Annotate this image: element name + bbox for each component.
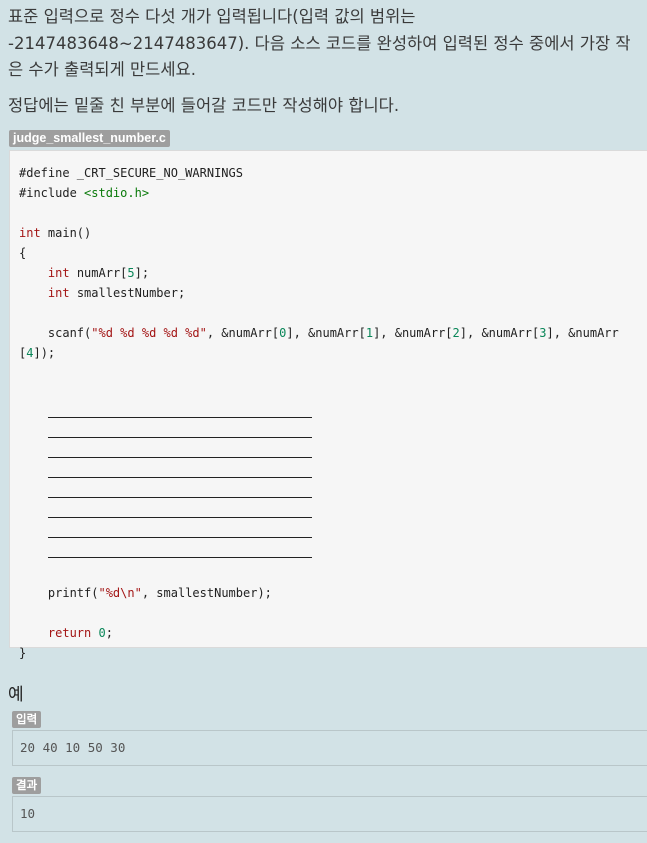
answer-blank-8 <box>47 543 312 558</box>
numarr-name: numArr[ <box>69 266 128 280</box>
code-line-scanf: scanf("%d %d %d %d %d", &numArr[0], &num… <box>48 326 619 340</box>
answer-blank-5 <box>47 483 312 498</box>
code-block[interactable]: #define _CRT_SECURE_NO_WARNINGS #include… <box>9 150 647 660</box>
code-line-printf: printf("%d\n", smallestNumber); <box>48 586 272 600</box>
code-line-return: return 0; <box>48 626 113 640</box>
description-line-2: -2147483648~2147483647). 다음 소스 코드를 완성하여 … <box>8 33 631 53</box>
keyword-int: int <box>47 286 70 300</box>
instruction-note: 정답에는 밑줄 친 부분에 들어갈 코드만 작성해야 합니다. <box>8 96 400 115</box>
source-code: #define _CRT_SECURE_NO_WARNINGS #include… <box>19 163 619 663</box>
return-semicolon: ; <box>105 626 113 640</box>
printf-call: printf( <box>47 586 99 600</box>
answer-blank-4 <box>47 463 312 478</box>
scanf-call: scanf( <box>47 326 92 340</box>
scanf-format-string: "%d %d %d %d %d" <box>91 326 207 340</box>
description-line-3: 은 수가 출력되게 만드세요. <box>8 60 196 79</box>
example-input-box[interactable]: 20 40 10 50 30 <box>12 730 647 766</box>
answer-blank-3 <box>47 443 312 458</box>
code-line-close-brace: } <box>19 646 27 660</box>
answer-blank-7 <box>47 523 312 538</box>
include-header: <stdio.h> <box>84 186 150 200</box>
code-line-scanf-wrap: [4]); <box>19 346 55 360</box>
include-directive: #include <box>19 186 85 200</box>
printf-arg: , smallestNumber); <box>141 586 272 600</box>
problem-description: 표준 입력으로 정수 다섯 개가 입력됩니다(입력 값의 범위는 -214748… <box>8 4 644 84</box>
example-input-value: 20 40 10 50 30 <box>20 740 126 755</box>
numarr-size: 5 <box>127 266 135 280</box>
keyword-return: return <box>47 626 92 640</box>
answer-blank-6 <box>47 503 312 518</box>
answer-blank-1 <box>47 403 312 418</box>
index-3: 3 <box>539 326 547 340</box>
code-line-open-brace: { <box>19 246 27 260</box>
example-heading: 예 <box>8 685 24 705</box>
scanf-arg: , &numArr[ <box>206 326 280 340</box>
scanf-arg: ], &numArr[ <box>286 326 366 340</box>
numarr-close: ]; <box>134 266 150 280</box>
code-line-main: int main() <box>19 226 91 240</box>
code-line-define: #define _CRT_SECURE_NO_WARNINGS <box>19 166 243 180</box>
example-output-value: 10 <box>20 806 36 821</box>
scanf-arg: ], &numArr[ <box>373 326 453 340</box>
output-label-tag: 결과 <box>12 777 42 794</box>
scanf-close: ]); <box>33 346 56 360</box>
smallest-name: smallestNumber; <box>69 286 186 300</box>
code-line-include: #include <stdio.h> <box>19 186 149 200</box>
scanf-arg: ], &numArr[ <box>459 326 540 340</box>
input-label-tag: 입력 <box>12 711 42 728</box>
code-line-smallest-decl: int smallestNumber; <box>48 286 185 300</box>
index-2: 2 <box>452 326 460 340</box>
answer-blank-2 <box>47 423 312 438</box>
code-filename-tag: judge_smallest_number.c <box>9 130 170 147</box>
index-1: 1 <box>365 326 374 340</box>
description-line-1: 표준 입력으로 정수 다섯 개가 입력됩니다(입력 값의 범위는 <box>8 7 416 26</box>
example-output-box[interactable]: 10 <box>12 796 647 832</box>
code-line-numarr-decl: int numArr[5]; <box>48 266 149 280</box>
scanf-arg: ], &numArr <box>546 326 619 340</box>
printf-format-string: "%d\n" <box>98 586 142 600</box>
main-signature: main() <box>40 226 92 240</box>
keyword-int: int <box>47 266 70 280</box>
keyword-int: int <box>19 226 41 240</box>
return-value: 0 <box>98 626 106 640</box>
